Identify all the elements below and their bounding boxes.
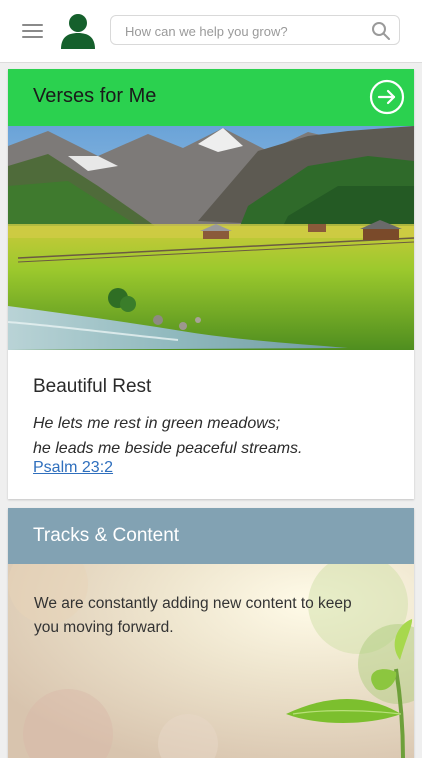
verses-card[interactable]: Verses for Me Beautiful Rest He lets me … <box>8 69 414 499</box>
verses-card-title: Verses for Me <box>33 85 157 107</box>
search-icon[interactable] <box>371 21 391 41</box>
user-avatar-icon[interactable] <box>59 13 97 51</box>
verse-line: he leads me beside peaceful streams. <box>33 440 303 457</box>
tracks-description: We are constantly adding new content to … <box>34 595 352 636</box>
tracks-card[interactable]: Tracks & Content We are constantly addin… <box>8 508 414 758</box>
arrow-right-circle-icon[interactable] <box>369 79 405 115</box>
verse-reference-link[interactable]: Psalm 23:2 <box>33 459 113 477</box>
hamburger-menu-icon[interactable] <box>22 22 44 40</box>
verse-title: Beautiful Rest <box>33 376 152 397</box>
tracks-card-title: Tracks & Content <box>33 525 180 546</box>
verses-card-header[interactable]: Verses for Me <box>8 69 414 126</box>
search-box <box>110 15 400 46</box>
verse-text: He lets me rest in green meadows; he lea… <box>33 411 403 461</box>
app-header <box>0 0 422 63</box>
meadow-image <box>8 126 414 350</box>
search-input[interactable] <box>123 16 367 46</box>
verse-line: He lets me rest in green meadows; <box>33 415 281 432</box>
tracks-card-header[interactable]: Tracks & Content <box>8 508 414 564</box>
